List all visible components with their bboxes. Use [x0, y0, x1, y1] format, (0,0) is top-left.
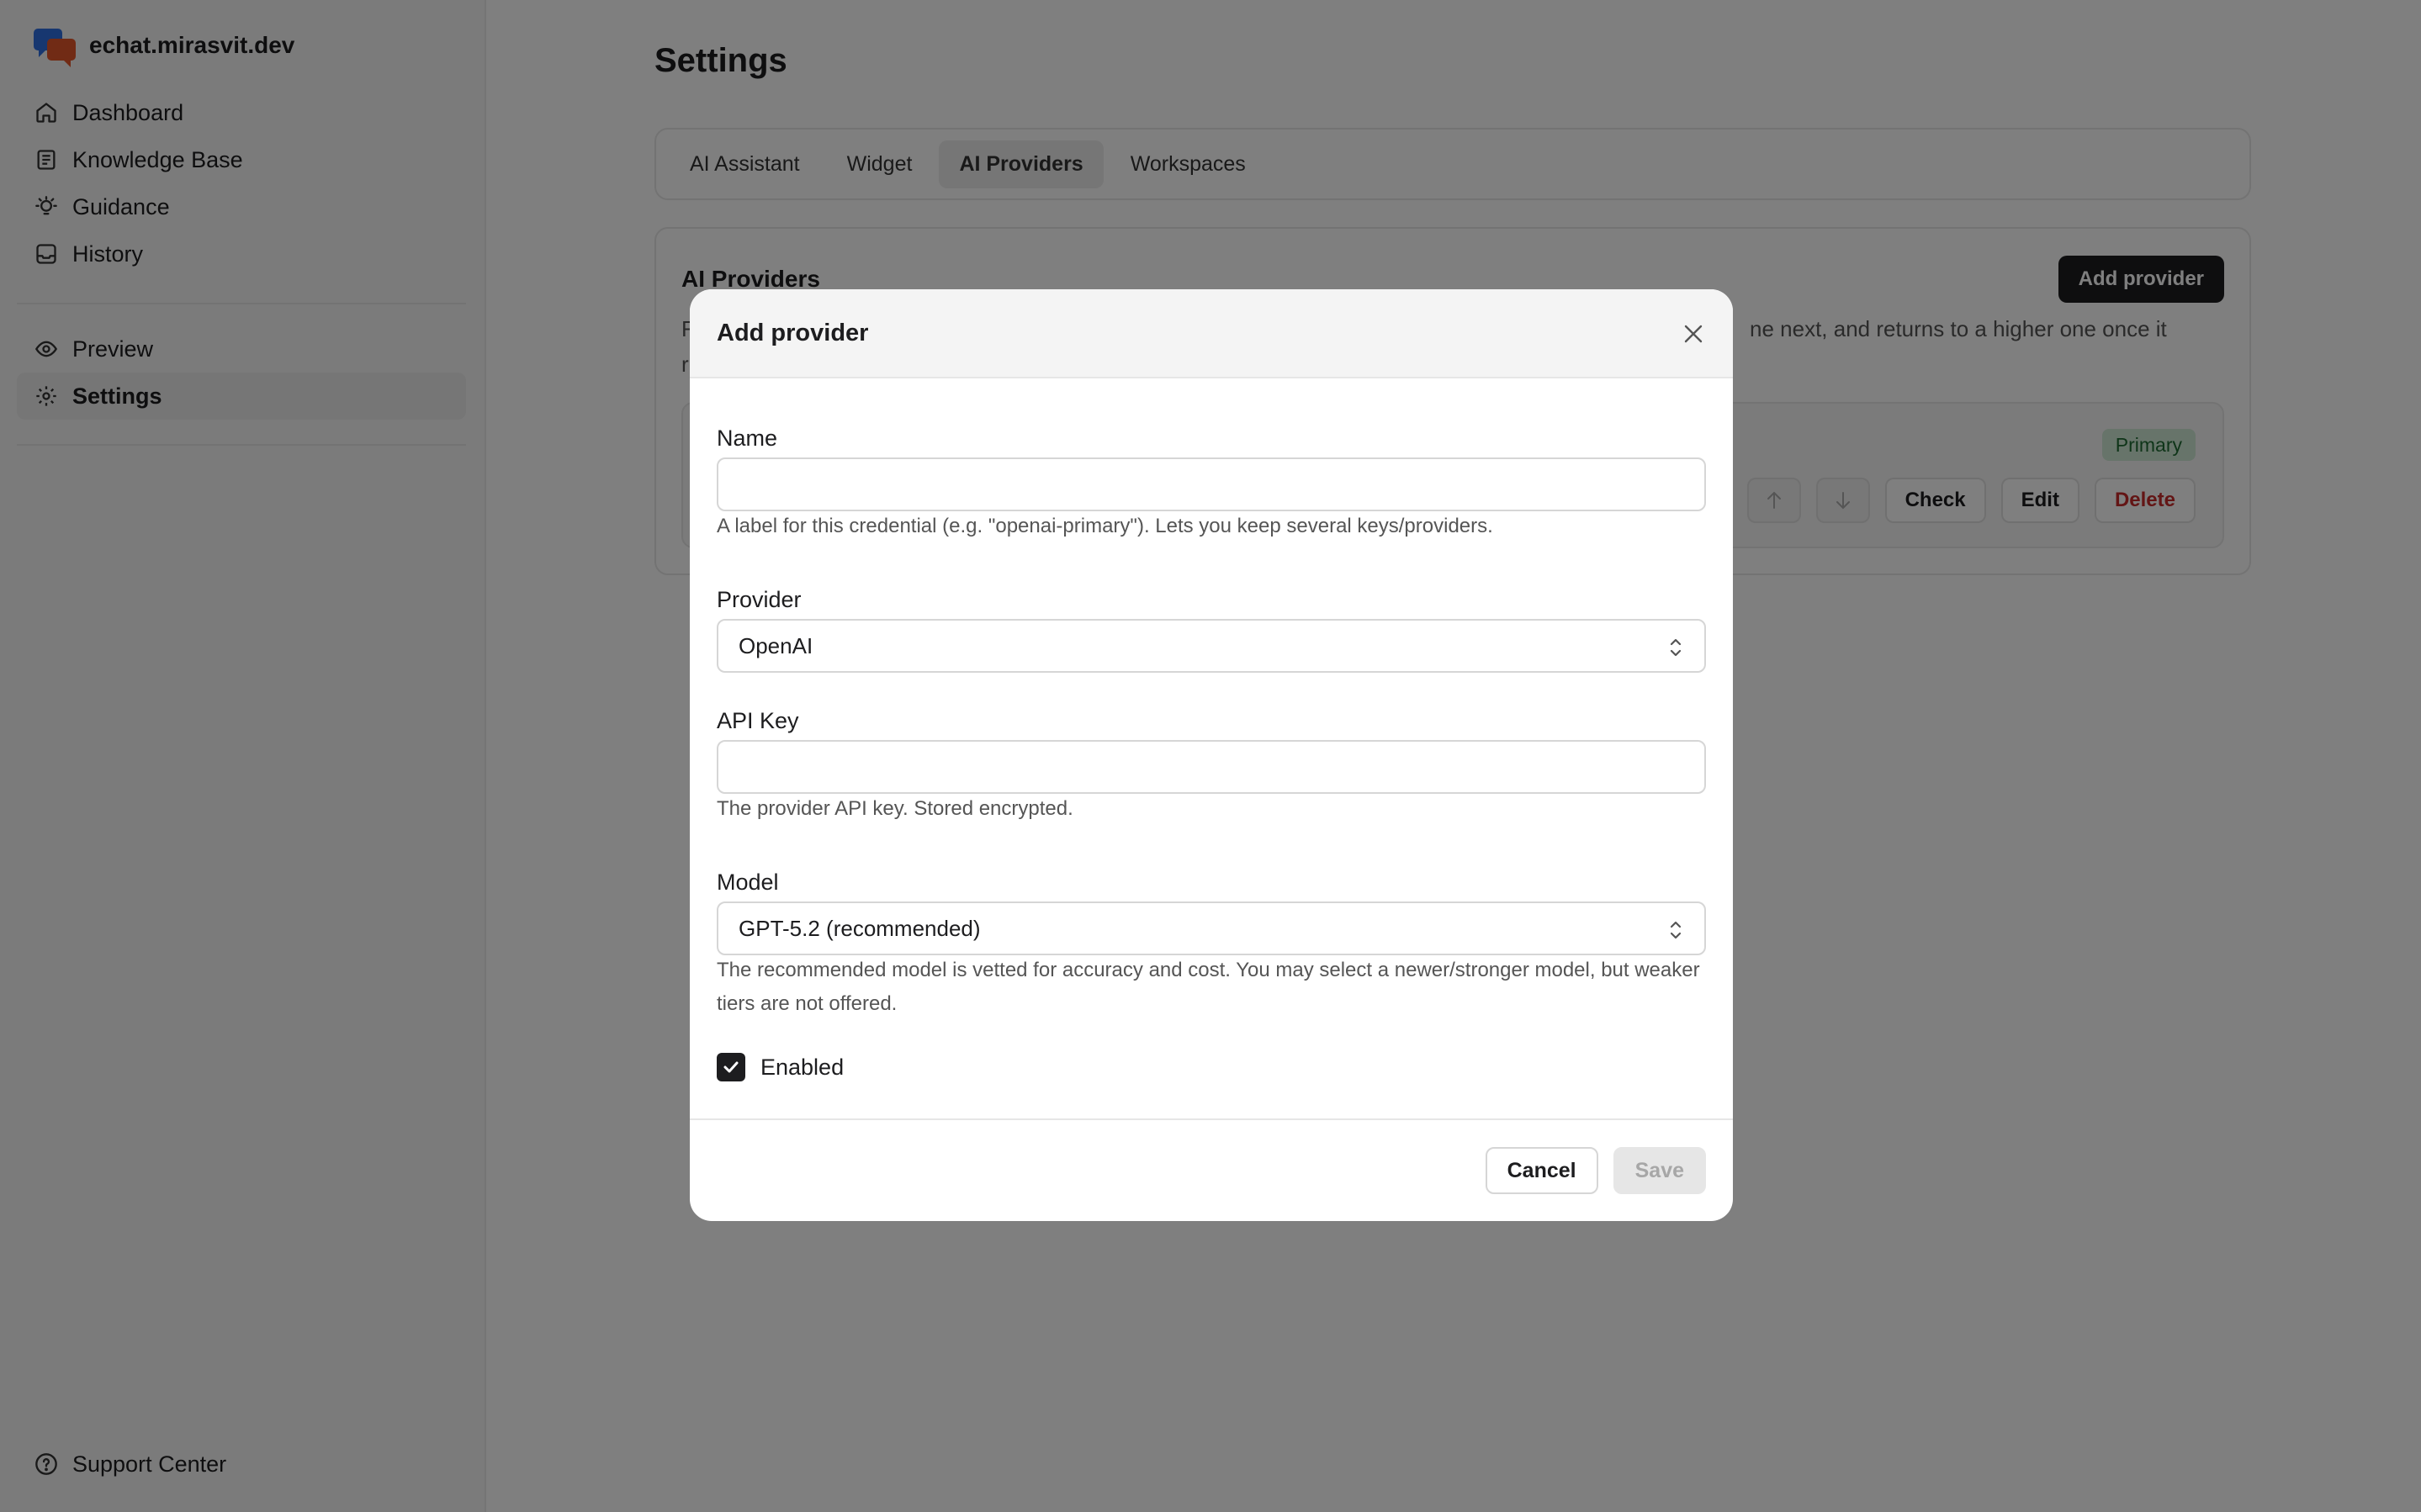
- name-label: Name: [717, 426, 778, 451]
- provider-label: Provider: [717, 587, 802, 612]
- enabled-row[interactable]: Enabled: [717, 1053, 844, 1081]
- dialog-title: Add provider: [717, 319, 869, 346]
- add-provider-dialog: Add provider Name A label for this crede…: [690, 289, 1733, 1221]
- enabled-label: Enabled: [760, 1054, 845, 1080]
- chevron-updown-icon: [1670, 921, 1682, 939]
- api-key-input[interactable]: [717, 740, 1706, 794]
- name-help: A label for this credential (e.g. "opena…: [717, 515, 1493, 537]
- provider-select[interactable]: OpenAI: [717, 619, 1706, 673]
- cancel-button[interactable]: Cancel: [1485, 1147, 1598, 1194]
- model-help: The recommended model is vetted for accu…: [717, 959, 1700, 1015]
- model-label: Model: [717, 870, 779, 895]
- api-key-label: API Key: [717, 708, 799, 733]
- close-button[interactable]: [1681, 321, 1706, 346]
- dialog-footer: Cancel Save: [690, 1118, 1733, 1221]
- check-icon: [723, 1061, 739, 1073]
- api-key-help: The provider API key. Stored encrypted.: [717, 797, 1073, 820]
- save-button[interactable]: Save: [1613, 1147, 1706, 1194]
- model-selected-value: GPT-5.2 (recommended): [739, 915, 981, 941]
- model-select[interactable]: GPT-5.2 (recommended): [717, 901, 1706, 955]
- dialog-header: Add provider: [690, 289, 1733, 378]
- close-icon: [1684, 325, 1703, 343]
- name-input[interactable]: [717, 457, 1706, 511]
- chevron-updown-icon: [1670, 638, 1682, 657]
- provider-selected-value: OpenAI: [739, 632, 813, 658]
- enabled-checkbox[interactable]: [717, 1053, 745, 1081]
